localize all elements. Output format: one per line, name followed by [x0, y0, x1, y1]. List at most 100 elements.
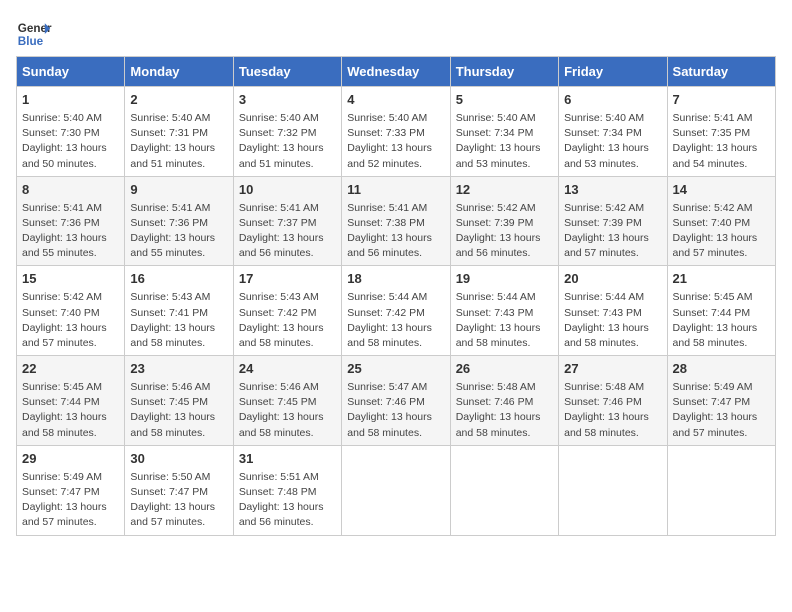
calendar-cell: 27Sunrise: 5:48 AM Sunset: 7:46 PM Dayli…	[559, 356, 667, 446]
calendar-cell: 24Sunrise: 5:46 AM Sunset: 7:45 PM Dayli…	[233, 356, 341, 446]
calendar-week-5: 29Sunrise: 5:49 AM Sunset: 7:47 PM Dayli…	[17, 445, 776, 535]
day-info: Sunrise: 5:42 AM Sunset: 7:39 PM Dayligh…	[564, 201, 661, 262]
calendar-cell: 11Sunrise: 5:41 AM Sunset: 7:38 PM Dayli…	[342, 176, 450, 266]
calendar-table: SundayMondayTuesdayWednesdayThursdayFrid…	[16, 56, 776, 536]
calendar-cell: 20Sunrise: 5:44 AM Sunset: 7:43 PM Dayli…	[559, 266, 667, 356]
day-number: 25	[347, 360, 444, 379]
day-number: 29	[22, 450, 119, 469]
day-number: 3	[239, 91, 336, 110]
day-number: 14	[673, 181, 770, 200]
day-info: Sunrise: 5:44 AM Sunset: 7:43 PM Dayligh…	[456, 290, 553, 351]
calendar-cell: 17Sunrise: 5:43 AM Sunset: 7:42 PM Dayli…	[233, 266, 341, 356]
logo-icon: General Blue	[16, 16, 52, 52]
col-header-saturday: Saturday	[667, 57, 775, 87]
day-number: 21	[673, 270, 770, 289]
day-number: 16	[130, 270, 227, 289]
calendar-cell	[342, 445, 450, 535]
calendar-cell: 31Sunrise: 5:51 AM Sunset: 7:48 PM Dayli…	[233, 445, 341, 535]
day-number: 18	[347, 270, 444, 289]
calendar-cell	[667, 445, 775, 535]
day-info: Sunrise: 5:44 AM Sunset: 7:42 PM Dayligh…	[347, 290, 444, 351]
svg-text:Blue: Blue	[18, 35, 44, 48]
calendar-cell: 1Sunrise: 5:40 AM Sunset: 7:30 PM Daylig…	[17, 87, 125, 177]
calendar-week-4: 22Sunrise: 5:45 AM Sunset: 7:44 PM Dayli…	[17, 356, 776, 446]
col-header-tuesday: Tuesday	[233, 57, 341, 87]
day-number: 20	[564, 270, 661, 289]
day-info: Sunrise: 5:51 AM Sunset: 7:48 PM Dayligh…	[239, 470, 336, 531]
day-info: Sunrise: 5:41 AM Sunset: 7:35 PM Dayligh…	[673, 111, 770, 172]
calendar-cell: 14Sunrise: 5:42 AM Sunset: 7:40 PM Dayli…	[667, 176, 775, 266]
day-number: 12	[456, 181, 553, 200]
calendar-cell: 16Sunrise: 5:43 AM Sunset: 7:41 PM Dayli…	[125, 266, 233, 356]
calendar-cell: 28Sunrise: 5:49 AM Sunset: 7:47 PM Dayli…	[667, 356, 775, 446]
day-number: 10	[239, 181, 336, 200]
calendar-cell: 18Sunrise: 5:44 AM Sunset: 7:42 PM Dayli…	[342, 266, 450, 356]
calendar-cell: 21Sunrise: 5:45 AM Sunset: 7:44 PM Dayli…	[667, 266, 775, 356]
day-number: 31	[239, 450, 336, 469]
day-number: 28	[673, 360, 770, 379]
day-number: 24	[239, 360, 336, 379]
day-number: 11	[347, 181, 444, 200]
day-info: Sunrise: 5:43 AM Sunset: 7:41 PM Dayligh…	[130, 290, 227, 351]
calendar-cell: 25Sunrise: 5:47 AM Sunset: 7:46 PM Dayli…	[342, 356, 450, 446]
day-number: 23	[130, 360, 227, 379]
day-info: Sunrise: 5:46 AM Sunset: 7:45 PM Dayligh…	[130, 380, 227, 441]
day-number: 9	[130, 181, 227, 200]
page-header: General Blue	[16, 16, 776, 52]
calendar-cell: 8Sunrise: 5:41 AM Sunset: 7:36 PM Daylig…	[17, 176, 125, 266]
calendar-cell: 3Sunrise: 5:40 AM Sunset: 7:32 PM Daylig…	[233, 87, 341, 177]
calendar-cell: 19Sunrise: 5:44 AM Sunset: 7:43 PM Dayli…	[450, 266, 558, 356]
day-info: Sunrise: 5:43 AM Sunset: 7:42 PM Dayligh…	[239, 290, 336, 351]
logo: General Blue	[16, 16, 52, 52]
day-number: 4	[347, 91, 444, 110]
day-info: Sunrise: 5:41 AM Sunset: 7:36 PM Dayligh…	[22, 201, 119, 262]
calendar-cell: 29Sunrise: 5:49 AM Sunset: 7:47 PM Dayli…	[17, 445, 125, 535]
day-info: Sunrise: 5:49 AM Sunset: 7:47 PM Dayligh…	[673, 380, 770, 441]
day-number: 13	[564, 181, 661, 200]
day-info: Sunrise: 5:42 AM Sunset: 7:40 PM Dayligh…	[673, 201, 770, 262]
day-info: Sunrise: 5:44 AM Sunset: 7:43 PM Dayligh…	[564, 290, 661, 351]
day-info: Sunrise: 5:47 AM Sunset: 7:46 PM Dayligh…	[347, 380, 444, 441]
day-info: Sunrise: 5:40 AM Sunset: 7:34 PM Dayligh…	[564, 111, 661, 172]
calendar-week-2: 8Sunrise: 5:41 AM Sunset: 7:36 PM Daylig…	[17, 176, 776, 266]
calendar-cell: 26Sunrise: 5:48 AM Sunset: 7:46 PM Dayli…	[450, 356, 558, 446]
day-number: 5	[456, 91, 553, 110]
day-info: Sunrise: 5:40 AM Sunset: 7:30 PM Dayligh…	[22, 111, 119, 172]
day-number: 27	[564, 360, 661, 379]
day-number: 8	[22, 181, 119, 200]
day-number: 26	[456, 360, 553, 379]
calendar-cell: 4Sunrise: 5:40 AM Sunset: 7:33 PM Daylig…	[342, 87, 450, 177]
day-info: Sunrise: 5:45 AM Sunset: 7:44 PM Dayligh…	[22, 380, 119, 441]
day-number: 6	[564, 91, 661, 110]
col-header-monday: Monday	[125, 57, 233, 87]
day-info: Sunrise: 5:41 AM Sunset: 7:38 PM Dayligh…	[347, 201, 444, 262]
calendar-week-3: 15Sunrise: 5:42 AM Sunset: 7:40 PM Dayli…	[17, 266, 776, 356]
day-info: Sunrise: 5:49 AM Sunset: 7:47 PM Dayligh…	[22, 470, 119, 531]
calendar-cell: 9Sunrise: 5:41 AM Sunset: 7:36 PM Daylig…	[125, 176, 233, 266]
day-info: Sunrise: 5:41 AM Sunset: 7:37 PM Dayligh…	[239, 201, 336, 262]
day-info: Sunrise: 5:46 AM Sunset: 7:45 PM Dayligh…	[239, 380, 336, 441]
calendar-cell: 7Sunrise: 5:41 AM Sunset: 7:35 PM Daylig…	[667, 87, 775, 177]
day-number: 30	[130, 450, 227, 469]
calendar-cell: 6Sunrise: 5:40 AM Sunset: 7:34 PM Daylig…	[559, 87, 667, 177]
day-info: Sunrise: 5:40 AM Sunset: 7:34 PM Dayligh…	[456, 111, 553, 172]
calendar-cell: 23Sunrise: 5:46 AM Sunset: 7:45 PM Dayli…	[125, 356, 233, 446]
day-info: Sunrise: 5:48 AM Sunset: 7:46 PM Dayligh…	[564, 380, 661, 441]
calendar-week-1: 1Sunrise: 5:40 AM Sunset: 7:30 PM Daylig…	[17, 87, 776, 177]
day-number: 19	[456, 270, 553, 289]
day-info: Sunrise: 5:42 AM Sunset: 7:39 PM Dayligh…	[456, 201, 553, 262]
day-number: 17	[239, 270, 336, 289]
col-header-friday: Friday	[559, 57, 667, 87]
col-header-thursday: Thursday	[450, 57, 558, 87]
calendar-cell: 2Sunrise: 5:40 AM Sunset: 7:31 PM Daylig…	[125, 87, 233, 177]
day-number: 2	[130, 91, 227, 110]
calendar-cell: 10Sunrise: 5:41 AM Sunset: 7:37 PM Dayli…	[233, 176, 341, 266]
day-number: 1	[22, 91, 119, 110]
calendar-cell: 12Sunrise: 5:42 AM Sunset: 7:39 PM Dayli…	[450, 176, 558, 266]
day-info: Sunrise: 5:40 AM Sunset: 7:32 PM Dayligh…	[239, 111, 336, 172]
calendar-cell: 30Sunrise: 5:50 AM Sunset: 7:47 PM Dayli…	[125, 445, 233, 535]
day-number: 22	[22, 360, 119, 379]
calendar-cell: 22Sunrise: 5:45 AM Sunset: 7:44 PM Dayli…	[17, 356, 125, 446]
day-number: 15	[22, 270, 119, 289]
day-info: Sunrise: 5:40 AM Sunset: 7:33 PM Dayligh…	[347, 111, 444, 172]
